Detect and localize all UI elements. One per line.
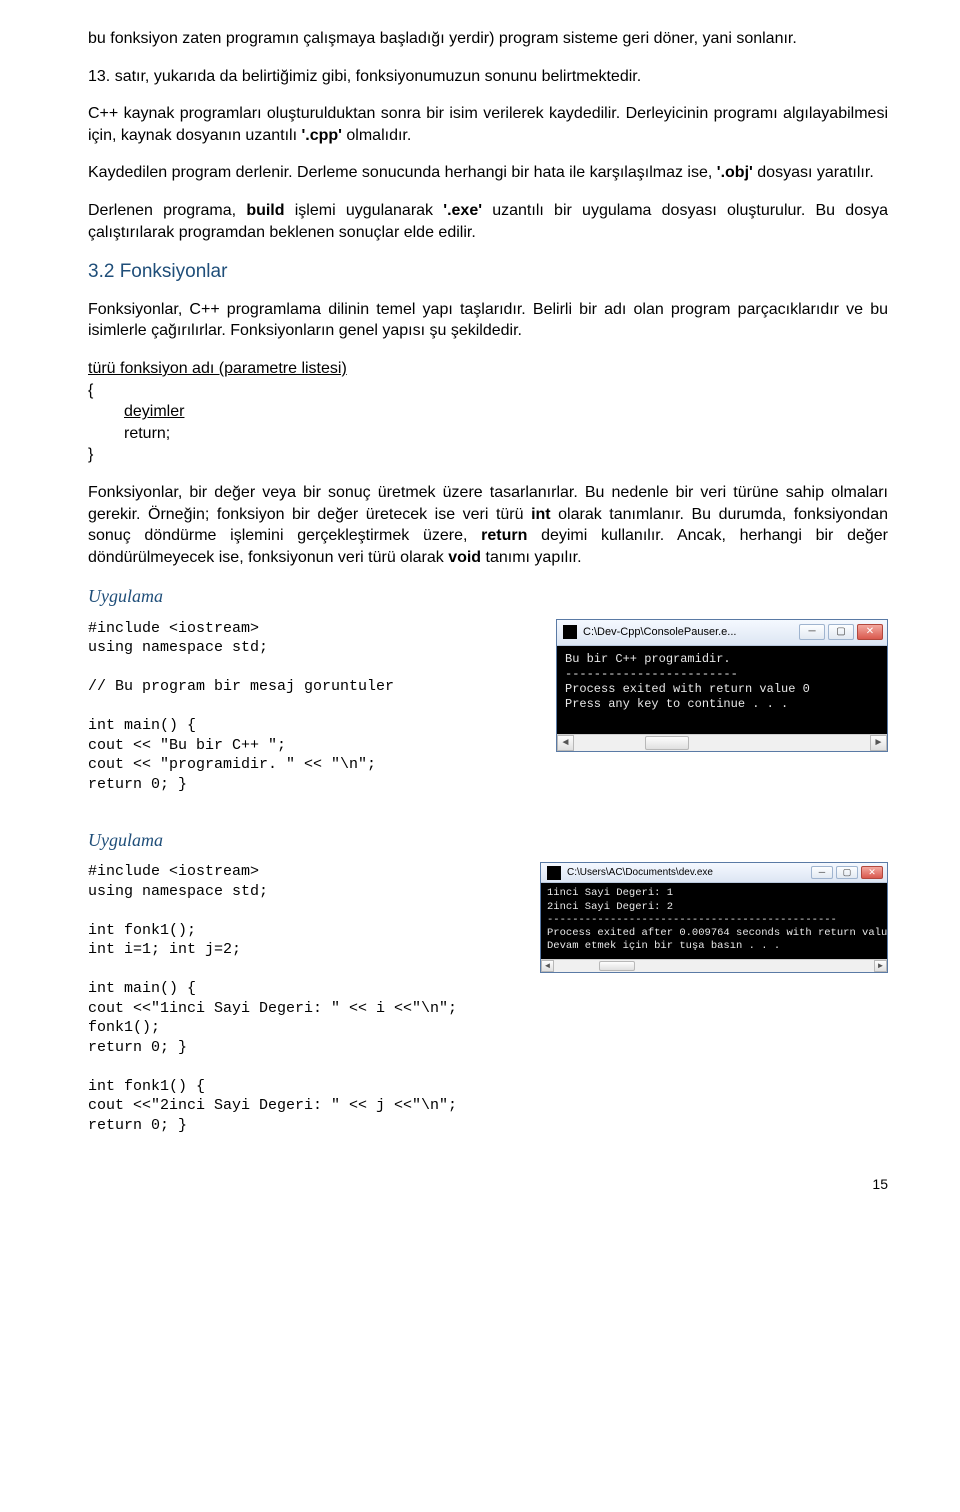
- paragraph: Kaydedilen program derlenir. Derleme son…: [88, 162, 888, 184]
- scroll-thumb[interactable]: [599, 961, 635, 971]
- text: Kaydedilen program derlenir. Derleme son…: [88, 164, 717, 181]
- text-bold: '.exe': [443, 202, 482, 219]
- syntax-brace-close: }: [88, 444, 888, 466]
- window-buttons: ─ ▢ ✕: [811, 866, 883, 879]
- text: Derlenen programa,: [88, 202, 246, 219]
- close-button[interactable]: ✕: [861, 866, 883, 879]
- window-titlebar: C:\Dev-Cpp\ConsolePauser.e... ─ ▢ ✕: [557, 620, 887, 646]
- paragraph: C++ kaynak programları oluşturulduktan s…: [88, 103, 888, 146]
- syntax-brace-open: {: [88, 380, 888, 402]
- window-buttons: ─ ▢ ✕: [799, 624, 883, 640]
- window-icon: [547, 866, 561, 880]
- paragraph: 13. satır, yukarıda da belirtiğimiz gibi…: [88, 66, 888, 88]
- example-row: #include <iostream> using namespace std;…: [88, 619, 888, 809]
- scroll-right-arrow[interactable]: ►: [870, 735, 887, 751]
- console-output: 1inci Sayi Degeri: 1 2inci Sayi Degeri: …: [541, 883, 887, 959]
- code-block: #include <iostream> using namespace std;…: [88, 862, 520, 1135]
- page-number: 15: [88, 1175, 888, 1194]
- example-row: #include <iostream> using namespace std;…: [88, 862, 888, 1149]
- horizontal-scrollbar[interactable]: ◄ ►: [557, 734, 887, 751]
- example-heading: Uygulama: [88, 584, 888, 608]
- paragraph: Derlenen programa, build işlemi uygulana…: [88, 200, 888, 243]
- scroll-track[interactable]: [554, 960, 874, 972]
- maximize-button[interactable]: ▢: [836, 866, 858, 879]
- syntax-line: türü fonksiyon adı (parametre listesi): [88, 360, 347, 377]
- window-icon: [563, 625, 577, 639]
- minimize-button[interactable]: ─: [799, 624, 825, 640]
- paragraph: Fonksiyonlar, bir değer veya bir sonuç ü…: [88, 482, 888, 568]
- syntax-indent: deyimler: [88, 401, 184, 423]
- scroll-thumb[interactable]: [645, 736, 689, 750]
- syntax-indent: return;: [88, 423, 888, 445]
- text-bold: int: [531, 506, 551, 523]
- text-bold: '.obj': [717, 164, 753, 181]
- window-title: C:\Dev-Cpp\ConsolePauser.e...: [583, 625, 793, 640]
- close-button[interactable]: ✕: [857, 624, 883, 640]
- maximize-button[interactable]: ▢: [828, 624, 854, 640]
- text-bold: return: [481, 527, 527, 544]
- console-output: Bu bir C++ programidir. ----------------…: [557, 646, 887, 734]
- text: dosyası yaratılır.: [753, 164, 874, 181]
- text: olmalıdır.: [342, 127, 411, 144]
- syntax-definition: türü fonksiyon adı (parametre listesi) {…: [88, 358, 888, 466]
- window-title: C:\Users\AC\Documents\dev.exe: [567, 866, 805, 880]
- scroll-right-arrow[interactable]: ►: [874, 960, 887, 972]
- text-bold: build: [246, 202, 284, 219]
- console-window: C:\Dev-Cpp\ConsolePauser.e... ─ ▢ ✕ Bu b…: [556, 619, 888, 752]
- text: tanımı yapılır.: [481, 549, 581, 566]
- text-bold: '.cpp': [301, 127, 342, 144]
- text: işlemi uygulanarak: [285, 202, 444, 219]
- example-heading: Uygulama: [88, 828, 888, 852]
- paragraph: Fonksiyonlar, C++ programlama dilinin te…: [88, 299, 888, 342]
- scroll-left-arrow[interactable]: ◄: [541, 960, 554, 972]
- text-bold: void: [448, 549, 481, 566]
- minimize-button[interactable]: ─: [811, 866, 833, 879]
- window-titlebar: C:\Users\AC\Documents\dev.exe ─ ▢ ✕: [541, 863, 887, 883]
- horizontal-scrollbar[interactable]: ◄ ►: [541, 959, 887, 972]
- console-window: C:\Users\AC\Documents\dev.exe ─ ▢ ✕ 1inc…: [540, 862, 888, 973]
- text: C++ kaynak programları oluşturulduktan s…: [88, 105, 888, 144]
- scroll-track[interactable]: [574, 735, 870, 751]
- scroll-left-arrow[interactable]: ◄: [557, 735, 574, 751]
- code-block: #include <iostream> using namespace std;…: [88, 619, 536, 795]
- paragraph: bu fonksiyon zaten programın çalışmaya b…: [88, 28, 888, 50]
- section-heading: 3.2 Fonksiyonlar: [88, 259, 888, 285]
